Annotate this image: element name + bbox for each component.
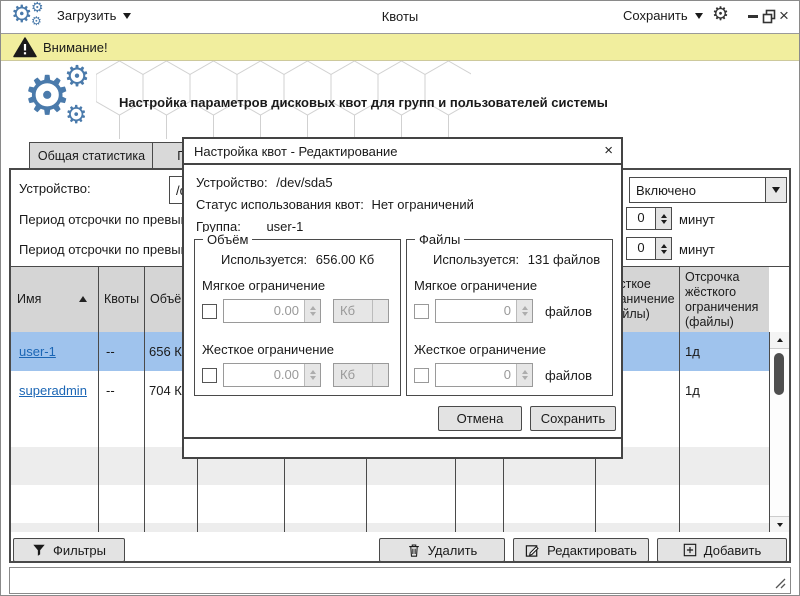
volume-legend: Объём xyxy=(203,232,253,247)
dialog-device-line: Устройство: /dev/sda5 xyxy=(196,175,333,190)
volume-hard-unit-dropdown[interactable]: Кб xyxy=(333,363,389,387)
spinner-value: 0 xyxy=(626,237,656,260)
volume-soft-limit-checkbox[interactable] xyxy=(202,304,217,319)
sort-asc-icon xyxy=(79,296,87,302)
volume-hard-limit-label: Жесткое ограничение xyxy=(202,342,334,357)
edit-pencil-icon xyxy=(525,544,539,557)
spinner-arrows-icon xyxy=(304,364,320,386)
dialog-bottom-strip xyxy=(184,437,621,457)
dialog-title: Настройка квот - Редактирование xyxy=(194,144,398,159)
edit-button-label: Редактировать xyxy=(547,542,637,558)
tab-label: Общая статистика xyxy=(37,148,146,163)
funnel-icon xyxy=(33,544,45,556)
app-window: ⚙ ⚙ ⚙ Загрузить Квоты Сохранить ⚙ × Вним… xyxy=(0,0,800,596)
grace-minutes-spinner-1[interactable]: 0 xyxy=(626,207,672,230)
volume-used-line: Используется: 656.00 Кб xyxy=(221,252,375,267)
dialog-status-value: Нет ограничений xyxy=(371,197,474,212)
spinner-value: 0 xyxy=(626,207,656,230)
filters-button[interactable]: Фильтры xyxy=(13,538,125,562)
dialog-save-button[interactable]: Сохранить xyxy=(530,406,616,431)
chevron-down-icon xyxy=(372,300,388,322)
volume-hard-limit-spinbox[interactable]: 0.00 xyxy=(223,363,321,387)
cell-grace-files: 1д xyxy=(685,344,700,359)
volume-soft-limit-label: Мягкое ограничение xyxy=(202,278,326,293)
edit-button[interactable]: Редактировать xyxy=(513,538,649,562)
scrollbar-thumb[interactable] xyxy=(774,353,784,395)
volume-groupbox: Объём Используется: 656.00 Кб Мягкое огр… xyxy=(194,232,401,396)
close-button[interactable]: × xyxy=(779,6,789,26)
device-label: Устройство: xyxy=(19,181,91,196)
page-banner: ⚙ ⚙ ⚙ Настройка параметров дисковых квот… xyxy=(1,61,799,141)
files-legend: Файлы xyxy=(415,232,465,247)
tab-general-statistics[interactable]: Общая статистика xyxy=(29,142,154,169)
files-soft-limit-spinbox[interactable]: 0 xyxy=(435,299,533,323)
quota-status-dropdown[interactable]: Включено xyxy=(629,177,787,203)
page-title: Настройка параметров дисковых квот для г… xyxy=(119,95,608,110)
volume-hard-limit-checkbox[interactable] xyxy=(202,368,217,383)
scroll-up-button[interactable] xyxy=(770,332,789,349)
spinner-arrows-icon xyxy=(516,300,532,322)
dialog-close-icon[interactable]: × xyxy=(604,142,613,159)
files-hard-unit-label: файлов xyxy=(545,368,593,383)
add-button-label: Добавить xyxy=(703,542,762,558)
spinner-arrows-icon[interactable] xyxy=(656,207,672,230)
chevron-down-icon xyxy=(694,12,703,19)
add-button[interactable]: Добавить xyxy=(657,538,787,562)
files-soft-unit-label: файлов xyxy=(545,304,593,319)
chevron-down-icon xyxy=(372,364,388,386)
quota-status-value: Включено xyxy=(636,182,696,198)
files-groupbox: Файлы Используется: 131 файлов Мягкое ог… xyxy=(406,232,613,396)
trash-icon xyxy=(408,543,419,557)
scroll-down-button[interactable] xyxy=(770,516,789,532)
grace-minutes-spinner-2[interactable]: 0 xyxy=(626,237,672,260)
files-hard-limit-checkbox[interactable] xyxy=(414,368,429,383)
delete-button[interactable]: Удалить xyxy=(379,538,505,562)
column-header-quotas[interactable]: Квоты xyxy=(98,267,144,332)
volume-soft-limit-spinbox[interactable]: 0.00 xyxy=(223,299,321,323)
volume-soft-unit-dropdown[interactable]: Кб xyxy=(333,299,389,323)
files-hard-limit-spinbox[interactable]: 0 xyxy=(435,363,533,387)
plus-square-icon xyxy=(683,543,697,557)
column-header-name[interactable]: Имя xyxy=(11,267,98,332)
warning-triangle-icon xyxy=(13,37,37,58)
chevron-down-icon xyxy=(765,178,786,202)
status-bar xyxy=(9,567,791,594)
maximize-button[interactable] xyxy=(762,9,777,27)
dialog-status-line: Статус использования квот: Нет ограничен… xyxy=(196,197,474,212)
delete-button-label: Удалить xyxy=(427,542,478,558)
user-link[interactable]: user-1 xyxy=(19,344,56,359)
cell-quotas: -- xyxy=(106,382,115,398)
top-toolbar: ⚙ ⚙ ⚙ Загрузить Квоты Сохранить ⚙ × xyxy=(1,1,799,34)
spinner-arrows-icon xyxy=(516,364,532,386)
warning-text: Внимание! xyxy=(43,40,108,55)
dialog-cancel-button[interactable]: Отмена xyxy=(438,406,522,431)
resize-grip-icon[interactable] xyxy=(774,577,787,590)
empty-row xyxy=(11,523,769,532)
cell-quotas: -- xyxy=(106,344,115,359)
spinner-arrows-icon[interactable] xyxy=(656,237,672,260)
files-soft-limit-checkbox[interactable] xyxy=(414,304,429,319)
user-link[interactable]: superadmin xyxy=(19,383,87,398)
spinner-arrows-icon xyxy=(304,300,320,322)
grace-minutes-unit-1: минут xyxy=(679,212,715,227)
dialog-titlebar: Настройка квот - Редактирование × xyxy=(184,139,621,165)
maximize-icon xyxy=(762,9,776,24)
grace-minutes-unit-2: минут xyxy=(679,242,715,257)
save-menu-button[interactable]: Сохранить xyxy=(623,8,703,23)
warning-banner: Внимание! xyxy=(1,34,799,61)
files-used-line: Используется: 131 файлов xyxy=(433,252,601,267)
column-header-grace-hard-files[interactable]: Отсрочка жёсткого ограничения (файлы) xyxy=(679,267,769,332)
save-menu-label: Сохранить xyxy=(623,8,688,23)
settings-gear-icon[interactable]: ⚙ xyxy=(712,5,729,24)
files-soft-limit-label: Мягкое ограничение xyxy=(414,278,538,293)
dialog-group-value: user-1 xyxy=(266,219,304,234)
files-hard-limit-label: Жесткое ограничение xyxy=(414,342,546,357)
edit-quota-dialog: Настройка квот - Редактирование × Устрой… xyxy=(182,137,623,459)
filters-button-label: Фильтры xyxy=(52,542,106,558)
vertical-scrollbar[interactable] xyxy=(769,332,789,532)
minimize-button[interactable] xyxy=(748,15,758,18)
dialog-device-value: /dev/sda5 xyxy=(276,175,333,190)
cell-grace-files: 1д xyxy=(685,382,700,398)
